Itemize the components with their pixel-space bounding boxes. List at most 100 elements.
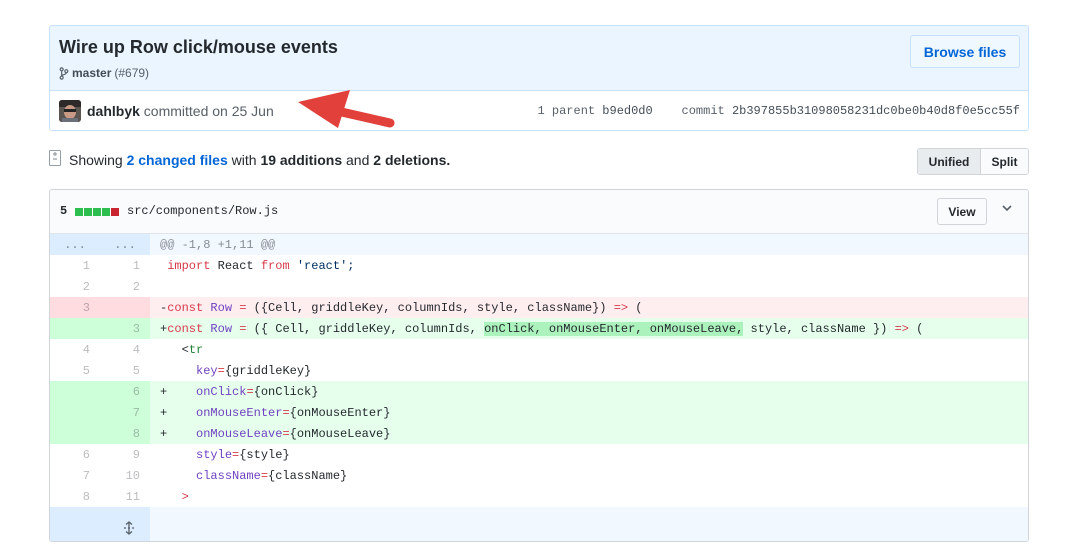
unfold-icon[interactable] [122, 521, 136, 535]
code-line: > [181, 489, 189, 504]
file-path[interactable]: src/components/Row.js [127, 204, 278, 218]
code-line [150, 276, 1028, 297]
commit-sha-block: 1 parent b9ed0d0 commit 2b397855b3109805… [537, 104, 1020, 118]
diffstat-block [93, 208, 101, 216]
table-row: 7 10 className={className} [50, 465, 1028, 486]
code-line: <tr [181, 342, 204, 357]
file-header: 5 src/components/Row.js View [50, 190, 1028, 234]
table-row: 2 2 [50, 276, 1028, 297]
diffstat-block [111, 208, 119, 216]
diff-table: ... ... @@ -1,8 +1,11 @@ 1 1 import Reac… [50, 234, 1028, 541]
table-row: 1 1 import React from 'react'; [50, 255, 1028, 276]
changed-files-link[interactable]: 2 changed files [127, 152, 228, 168]
old-line-number[interactable]: 3 [50, 297, 100, 318]
chevron-down-icon[interactable] [1002, 205, 1012, 212]
new-line-number[interactable]: 6 [100, 381, 150, 402]
table-row: 5 5 key={griddleKey} [50, 360, 1028, 381]
git-branch-icon [59, 66, 69, 80]
change-count: 5 [60, 204, 68, 218]
deletions-count: 2 deletions. [373, 152, 451, 168]
summary-and: and [346, 152, 370, 168]
code-line: key={griddleKey} [196, 363, 312, 378]
diffstat-block [102, 208, 110, 216]
branch-link[interactable]: master [72, 66, 111, 80]
expand-down-cell[interactable] [50, 507, 150, 541]
code-line: + onClick={onClick} [150, 381, 1028, 402]
view-file-button[interactable]: View [937, 198, 987, 225]
table-row: 4 4 <tr [50, 339, 1028, 360]
commit-sha: 2b397855b31098058231dc0be0b40d8f0e5cc55f [731, 104, 1020, 118]
parent-sha-link[interactable]: b9ed0d0 [602, 104, 652, 118]
table-row: 6 + onClick={onClick} [50, 381, 1028, 402]
split-button[interactable]: Split [981, 149, 1028, 174]
diffstat-block [75, 208, 83, 216]
table-row: 3 +const Row = ({ Cell, griddleKey, colu… [50, 318, 1028, 339]
table-row: 6 9 style={style} [50, 444, 1028, 465]
old-line-number[interactable] [50, 318, 100, 339]
new-line-number[interactable]: 10 [100, 465, 150, 486]
code-line: + onMouseEnter={onMouseEnter} [150, 402, 1028, 423]
old-line-number[interactable]: 6 [50, 444, 100, 465]
old-line-number[interactable]: 8 [50, 486, 100, 507]
expand-row [50, 507, 1028, 541]
old-line-number[interactable] [50, 423, 100, 444]
new-line-number[interactable]: 11 [100, 486, 150, 507]
unified-button[interactable]: Unified [918, 149, 981, 174]
code-line: className={className} [196, 468, 348, 483]
new-line-number[interactable]: 4 [100, 339, 150, 360]
new-line-number[interactable]: 7 [100, 402, 150, 423]
expand-up-right[interactable]: ... [100, 234, 150, 255]
new-line-number[interactable]: 9 [100, 444, 150, 465]
commit-title: Wire up Row click/mouse events [59, 37, 338, 57]
browse-files-button[interactable]: Browse files [910, 35, 1020, 68]
committed-date: committed on 25 Jun [143, 103, 274, 119]
old-line-number[interactable]: 7 [50, 465, 100, 486]
table-row: 8 11 > [50, 486, 1028, 507]
hunk-header-row: ... ... @@ -1,8 +1,11 @@ [50, 234, 1028, 255]
new-line-number[interactable]: 8 [100, 423, 150, 444]
code-line: import React from 'react'; [167, 258, 355, 273]
commit-header: Wire up Row click/mouse events master (#… [49, 25, 1029, 131]
code-line: +const Row = ({ Cell, griddleKey, column… [150, 318, 1028, 339]
hunk-header: @@ -1,8 +1,11 @@ [150, 234, 1028, 255]
new-line-number[interactable]: 2 [100, 276, 150, 297]
diffstat-bar [75, 208, 119, 216]
author-line: dahlbyk committed on 25 Jun [87, 103, 274, 119]
pr-reference[interactable]: (#679) [114, 66, 149, 80]
table-row: 7 + onMouseEnter={onMouseEnter} [50, 402, 1028, 423]
annotation-arrow [298, 90, 395, 128]
diffstat-block [84, 208, 92, 216]
file-diff-icon [49, 150, 61, 166]
author-link[interactable]: dahlbyk [87, 103, 140, 119]
file-diff: 5 src/components/Row.js View ... ... @@ … [49, 189, 1029, 542]
code-line: -const Row = ({Cell, griddleKey, columnI… [150, 297, 1028, 318]
additions-count: 19 additions [260, 152, 343, 168]
expand-up-left[interactable]: ... [50, 234, 100, 255]
summary-with: with [231, 152, 257, 168]
code-line: + onMouseLeave={onMouseLeave} [150, 423, 1028, 444]
avatar[interactable] [59, 100, 81, 122]
summary-showing: Showing [69, 152, 123, 168]
old-line-number[interactable] [50, 381, 100, 402]
old-line-number[interactable]: 2 [50, 276, 100, 297]
new-line-number[interactable]: 3 [100, 318, 150, 339]
table-row: 3 -const Row = ({Cell, griddleKey, colum… [50, 297, 1028, 318]
old-line-number[interactable]: 1 [50, 255, 100, 276]
commit-meta: dahlbyk committed on 25 Jun 1 parent b9e… [50, 91, 1028, 130]
new-line-number[interactable] [100, 297, 150, 318]
table-row: 8 + onMouseLeave={onMouseLeave} [50, 423, 1028, 444]
old-line-number[interactable]: 4 [50, 339, 100, 360]
new-line-number[interactable]: 5 [100, 360, 150, 381]
commit-title-bar: Wire up Row click/mouse events master (#… [50, 26, 1028, 91]
code-line: style={style} [196, 447, 290, 462]
new-line-number[interactable]: 1 [100, 255, 150, 276]
branch-info: master (#679) [59, 66, 149, 80]
parent-label: 1 parent [537, 104, 596, 118]
commit-label: commit [681, 104, 725, 118]
diff-summary: Showing 2 changed files with 19 addition… [69, 152, 450, 168]
expand-spacer [150, 507, 1028, 541]
diff-summary-bar: Showing 2 changed files with 19 addition… [49, 148, 1029, 175]
old-line-number[interactable] [50, 402, 100, 423]
old-line-number[interactable]: 5 [50, 360, 100, 381]
diff-view-toggle: Unified Split [917, 148, 1029, 175]
